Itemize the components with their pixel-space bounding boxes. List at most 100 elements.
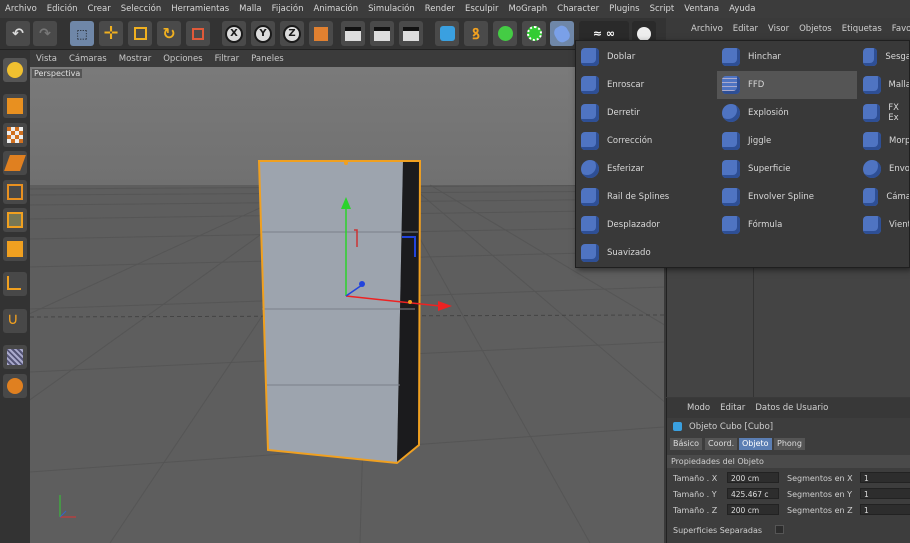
deformer-derretir[interactable]: Derretir (576, 99, 716, 127)
viewport-menu-mostrar[interactable]: Mostrar (113, 54, 158, 64)
polygons-mode-button[interactable] (3, 237, 27, 261)
viewport-menu-paneles[interactable]: Paneles (245, 54, 290, 64)
deformer-suavizado[interactable]: Suavizado (576, 239, 716, 267)
deformer-doblar[interactable]: Doblar (576, 43, 716, 71)
deformer-superficie[interactable]: Superficie (717, 155, 857, 183)
edges-mode-button[interactable] (3, 208, 27, 232)
deformer-malla[interactable]: Malla (858, 71, 909, 99)
lock-z-button[interactable]: Z (280, 21, 304, 46)
seg-x-field[interactable]: 1 (860, 472, 910, 483)
om-menu-etiquetas[interactable]: Etiquetas (837, 24, 887, 34)
menu-simulacion[interactable]: Simulación (363, 4, 420, 14)
size-z-field[interactable]: 200 cm (727, 504, 779, 515)
workplane-lock-button[interactable] (3, 345, 27, 369)
om-menu-editar[interactable]: Editar (728, 24, 763, 34)
tab-coord[interactable]: Coord. (705, 438, 738, 450)
deformer-enroscar[interactable]: Enroscar (576, 71, 716, 99)
deformer-desplazador[interactable]: Desplazador (576, 211, 716, 239)
deformer-envolver[interactable]: Envo (858, 155, 909, 183)
make-editable-button[interactable] (3, 58, 27, 82)
live-selection-button[interactable]: ⬚ (70, 21, 94, 46)
tab-phong[interactable]: Phong (774, 438, 805, 450)
om-menu-objetos[interactable]: Objetos (794, 24, 837, 34)
viewport-3d[interactable] (30, 67, 664, 543)
lock-x-button[interactable]: X (222, 21, 246, 46)
menu-fijacion[interactable]: Fijación (267, 4, 309, 14)
coord-system-button[interactable] (309, 21, 333, 46)
last-tool-button[interactable] (186, 21, 210, 46)
size-x-field[interactable]: 200 cm (727, 472, 779, 483)
menu-character[interactable]: Character (552, 4, 604, 14)
attr-menu-datos-usuario[interactable]: Datos de Usuario (750, 403, 833, 413)
cube-top-handle[interactable] (344, 161, 348, 165)
viewport-menu-filtrar[interactable]: Filtrar (209, 54, 246, 64)
menu-plugins[interactable]: Plugins (604, 4, 644, 14)
menu-malla[interactable]: Malla (234, 4, 266, 14)
tab-objeto[interactable]: Objeto (739, 438, 772, 450)
om-menu-favoritos[interactable]: Favori (887, 24, 910, 34)
spline-button[interactable]: ꝸ (464, 21, 488, 46)
cube-button[interactable] (435, 21, 459, 46)
menu-esculpir[interactable]: Esculpir (460, 4, 503, 14)
move-button[interactable]: ✛ (99, 21, 123, 46)
deformer-morph[interactable]: Morp (858, 127, 909, 155)
menu-render[interactable]: Render (420, 4, 460, 14)
seg-z-field[interactable]: 1 (860, 504, 910, 515)
menu-script[interactable]: Script (645, 4, 680, 14)
render-view-button[interactable] (341, 21, 365, 46)
model-mode-button[interactable] (3, 94, 27, 118)
menu-seleccion[interactable]: Selección (116, 4, 167, 14)
undo-button[interactable]: ↶ (6, 21, 30, 46)
viewport-menu-vista[interactable]: Vista (30, 54, 63, 64)
menu-animacion[interactable]: Animación (308, 4, 363, 14)
axis-mode-button[interactable] (3, 272, 27, 296)
lock-y-button[interactable]: Y (251, 21, 275, 46)
deformer-rail-splines[interactable]: Rail de Splines (576, 183, 716, 211)
points-mode-button[interactable] (3, 180, 27, 204)
menu-ventana[interactable]: Ventana (679, 4, 724, 14)
menu-herramientas[interactable]: Herramientas (166, 4, 234, 14)
deformer-sesgar[interactable]: Sesga (858, 43, 909, 71)
render-picture-viewer-button[interactable] (370, 21, 394, 46)
deformer-explosion[interactable]: Explosión (717, 99, 857, 127)
deformer-formula[interactable]: Fórmula (717, 211, 857, 239)
render-settings-button[interactable] (399, 21, 423, 46)
deformer-correccion[interactable]: Corrección (576, 127, 716, 155)
seg-y-field[interactable]: 1 (860, 488, 910, 499)
cube-icon (439, 26, 455, 41)
snap-button[interactable]: ∪ (3, 309, 27, 333)
scale-button[interactable] (128, 21, 152, 46)
deformer-hinchar[interactable]: Hinchar (717, 43, 857, 71)
attr-menu-editar[interactable]: Editar (715, 403, 750, 413)
viewport-menu-opciones[interactable]: Opciones (157, 54, 208, 64)
menu-edicion[interactable]: Edición (42, 4, 83, 14)
deformer-envolver-spline[interactable]: Envolver Spline (717, 183, 857, 211)
viewport-menu-camaras[interactable]: Cámaras (63, 54, 113, 64)
tab-basico[interactable]: Básico (670, 438, 703, 450)
workplane-button[interactable] (3, 151, 27, 175)
attr-menu-modo[interactable]: Modo (682, 403, 715, 413)
cube-side-handle[interactable] (408, 300, 412, 304)
nurbs-button[interactable] (493, 21, 517, 46)
menu-crear[interactable]: Crear (83, 4, 116, 14)
deformer-esferizar[interactable]: Esferizar (576, 155, 716, 183)
locked-workplane-button[interactable] (3, 374, 27, 398)
redo-button[interactable]: ↷ (33, 21, 57, 46)
menu-archivo[interactable]: Archivo (0, 4, 42, 14)
deformer-jiggle[interactable]: Jiggle (717, 127, 857, 155)
deformer-ffd[interactable]: FFD (717, 71, 857, 99)
separate-surfaces-checkbox[interactable] (775, 525, 784, 534)
om-menu-visor[interactable]: Visor (763, 24, 794, 34)
left-toolbar: ∪ (0, 50, 30, 543)
deformer-viento[interactable]: Vient (858, 211, 909, 239)
array-button[interactable] (522, 21, 546, 46)
om-menu-archivo[interactable]: Archivo (686, 24, 728, 34)
rotate-button[interactable]: ↻ (157, 21, 181, 46)
deformer-camara[interactable]: Cáma (858, 183, 909, 211)
deformer-button[interactable] (550, 21, 574, 46)
size-y-field[interactable]: 425.467 c (727, 488, 779, 499)
menu-ayuda[interactable]: Ayuda (724, 4, 760, 14)
menu-mograph[interactable]: MoGraph (504, 4, 553, 14)
deformer-fx-explosion[interactable]: FX Ex (858, 99, 909, 127)
texture-mode-button[interactable] (3, 123, 27, 147)
